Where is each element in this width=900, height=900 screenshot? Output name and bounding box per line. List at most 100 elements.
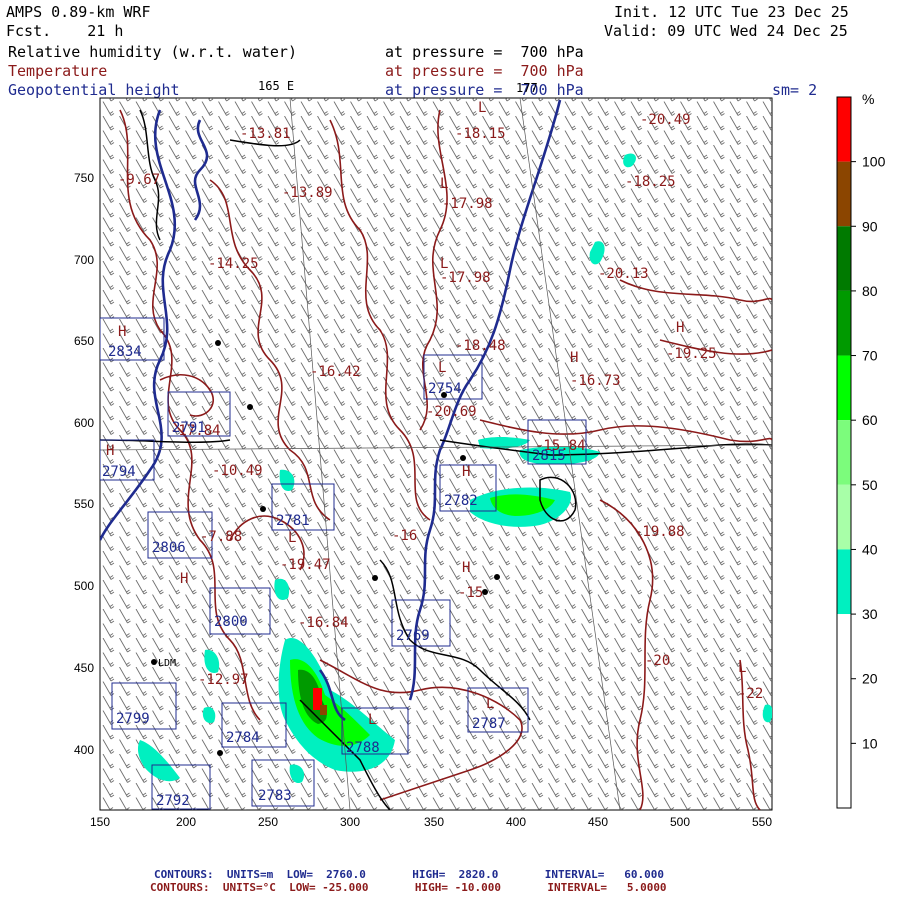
colorbar-swatch xyxy=(837,549,851,615)
hl-marker: L xyxy=(440,176,448,192)
temp-label: -18.25 xyxy=(625,174,676,190)
temp-label: -17.98 xyxy=(440,270,491,286)
y-tick-label: 500 xyxy=(74,579,94,593)
height-label: 2806 xyxy=(152,540,186,556)
height-label: 2783 xyxy=(258,788,292,804)
colorbar-swatch xyxy=(837,743,851,808)
temp-label: -18.15 xyxy=(455,126,506,142)
hl-marker: L xyxy=(738,660,746,676)
height-label: 2788 xyxy=(346,740,380,756)
colorbar-label: 10 xyxy=(862,735,878,751)
x-tick-label: 500 xyxy=(670,815,690,829)
x-axis: 150 200 250 300 350 400 450 500 550 xyxy=(90,815,772,829)
temp-label: -7.88 xyxy=(200,529,242,545)
colorbar-label: 100 xyxy=(862,154,886,170)
colorbar-swatch xyxy=(837,355,851,421)
x-tick-label: 400 xyxy=(506,815,526,829)
footer-height-contours: CONTOURS: UNITS=m LOW= 2760.0 HIGH= 2820… xyxy=(154,868,664,881)
temp-label: -19.47 xyxy=(280,557,331,573)
hl-marker: L xyxy=(368,712,376,728)
colorbar-swatch xyxy=(837,226,851,291)
colorbar-label: 70 xyxy=(862,348,878,364)
colorbar-label: 20 xyxy=(862,671,878,687)
hl-marker: H xyxy=(676,320,684,336)
hl-marker: H xyxy=(106,443,114,459)
y-tick-label: 700 xyxy=(74,253,94,267)
colorbar-swatch xyxy=(837,290,851,356)
height-label: 2815 xyxy=(532,448,566,464)
y-tick-label: 750 xyxy=(74,171,94,185)
height-label: 2769 xyxy=(396,628,430,644)
temp-label: -13.89 xyxy=(282,185,333,201)
temp-label: -17.98 xyxy=(442,196,493,212)
temp-label: -12.97 xyxy=(198,672,249,688)
x-tick-label: 450 xyxy=(588,815,608,829)
height-label: 2784 xyxy=(226,730,260,746)
hl-marker: L xyxy=(438,360,446,376)
y-axis: 750 700 650 600 550 500 450 400 xyxy=(74,171,94,757)
temp-label: -19.25 xyxy=(666,346,717,362)
colorbar-swatch xyxy=(837,161,851,227)
colorbar-swatch xyxy=(837,484,851,550)
x-tick-label: 350 xyxy=(424,815,444,829)
colorbar-label: 90 xyxy=(862,218,878,234)
colorbar-swatch xyxy=(837,420,851,485)
x-tick-label: 250 xyxy=(258,815,278,829)
x-tick-label: 300 xyxy=(340,815,360,829)
weather-map-page: AMPS 0.89-km WRF Fcst. 21 h Init. 12 UTC… xyxy=(0,0,900,900)
temp-label: -10.49 xyxy=(212,463,263,479)
temp-label: -20.69 xyxy=(426,404,477,420)
colorbar-swatch xyxy=(837,678,851,744)
height-label: 2799 xyxy=(116,711,150,727)
y-tick-label: 550 xyxy=(74,497,94,511)
temp-label: -9.67 xyxy=(118,172,160,188)
x-tick-label: 200 xyxy=(176,815,196,829)
temp-label: -20.13 xyxy=(598,266,649,282)
hl-marker: L xyxy=(440,256,448,272)
hl-marker: L xyxy=(478,100,486,116)
height-label: 2834 xyxy=(108,344,142,360)
colorbar: % 100 90 80 70 60 50 40 30 20 10 xyxy=(836,91,886,809)
colorbar-unit: % xyxy=(862,91,874,107)
colorbar-label: 60 xyxy=(862,412,878,428)
hl-marker: H xyxy=(118,324,126,340)
footer-temperature-contours: CONTOURS: UNITS=°C LOW= -25.000 HIGH= -1… xyxy=(150,881,667,894)
height-label: 2791 xyxy=(172,420,206,436)
colorbar-labels: 100 90 80 70 60 50 40 30 20 10 xyxy=(851,154,886,751)
temp-label: -16 xyxy=(392,528,417,544)
temp-label: -16.84 xyxy=(298,615,349,631)
colorbar-label: 30 xyxy=(862,606,878,622)
colorbar-label: 50 xyxy=(862,477,878,493)
hl-marker: H xyxy=(570,350,578,366)
height-label: 2781 xyxy=(276,513,310,529)
height-label: 2792 xyxy=(156,793,190,809)
temp-label: -19.88 xyxy=(634,524,685,540)
height-label: 2794 xyxy=(102,464,136,480)
y-tick-label: 400 xyxy=(74,743,94,757)
temp-label: -18.48 xyxy=(455,338,506,354)
temp-label: -15 xyxy=(458,585,483,601)
x-tick-label: 150 xyxy=(90,815,110,829)
temp-label: -20.49 xyxy=(640,112,691,128)
colorbar-swatch xyxy=(837,614,851,679)
hl-marker: H xyxy=(462,464,470,480)
map-canvas: -18.15 -20.49 -9.67 -13.81 -13.89 -17.98… xyxy=(74,91,886,829)
hl-marker: H xyxy=(462,560,470,576)
colorbar-label: 40 xyxy=(862,541,878,557)
temp-label: -16.73 xyxy=(570,373,621,389)
colorbar-swatch xyxy=(837,97,851,162)
height-label: 2754 xyxy=(428,381,462,397)
hl-marker: L xyxy=(486,696,494,712)
colorbar-swatches xyxy=(837,97,851,808)
station-name-label: LDM xyxy=(158,658,176,669)
y-tick-label: 600 xyxy=(74,416,94,430)
y-tick-label: 450 xyxy=(74,661,94,675)
temp-label: -22 xyxy=(738,686,763,702)
temp-label: -14.25 xyxy=(208,256,259,272)
temp-label: -13.81 xyxy=(240,126,291,142)
colorbar-label: 80 xyxy=(862,283,878,299)
height-label: 2800 xyxy=(214,614,248,630)
x-tick-label: 550 xyxy=(752,815,772,829)
temp-label: -20 xyxy=(645,653,670,669)
height-label: 2782 xyxy=(444,493,478,509)
